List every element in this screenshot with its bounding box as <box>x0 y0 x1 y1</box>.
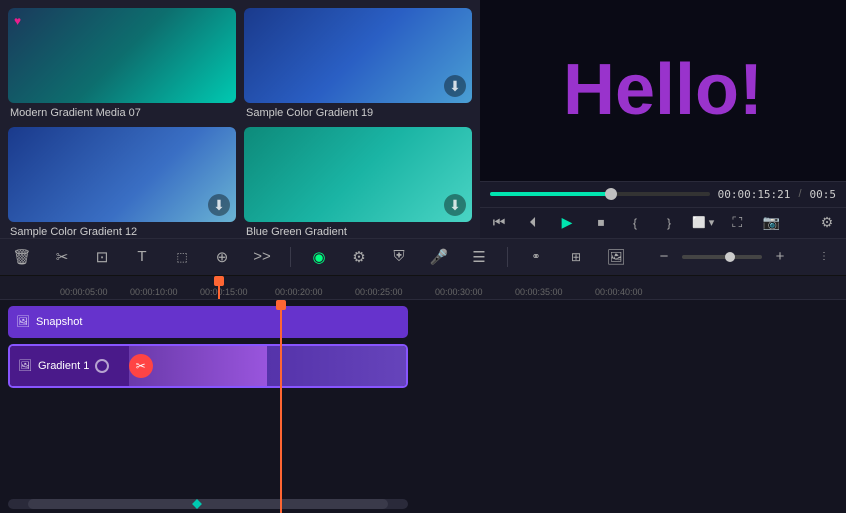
camera-button[interactable]: 📷 <box>760 212 782 234</box>
media-thumbnail-2: ⬇ <box>244 8 472 103</box>
progress-track[interactable] <box>490 192 710 196</box>
track-scroll-area[interactable] <box>8 499 838 509</box>
total-time-display: 00:5 <box>810 188 837 201</box>
preview-hello-text: Hello! <box>563 49 763 131</box>
image-tool-button[interactable]: 🖼 <box>604 245 628 269</box>
mic-tool-button[interactable]: 🎤 <box>427 245 451 269</box>
gradient-track-label: Gradient 1 <box>38 360 89 372</box>
preview-canvas: Hello! <box>480 0 846 181</box>
snapshot-track[interactable]: 🖼 Snapshot <box>8 306 408 338</box>
media-item-2[interactable]: ⬇ Sample Color Gradient 19 <box>244 8 472 119</box>
effects-tool-button[interactable]: ⊕ <box>210 245 234 269</box>
gradient-track-icon: 🖼 <box>18 359 32 372</box>
media-thumbnail-4: ⬇ <box>244 127 472 222</box>
media-panel: ♥ Modern Gradient Media 07 ⬇ Sample Colo… <box>0 0 480 238</box>
ruler-mark-5: 00:00:25:00 <box>355 287 403 297</box>
fullscreen-button[interactable]: ⛶ <box>726 212 748 234</box>
more-tools-button[interactable]: >> <box>250 245 274 269</box>
active-tool-button[interactable]: ◉ <box>307 245 331 269</box>
cut-marker[interactable]: ✂ <box>129 354 153 378</box>
snapshot-track-label: Snapshot <box>36 316 82 328</box>
ruler-mark-2: 00:00:10:00 <box>130 287 178 297</box>
grad-seg-3 <box>267 346 406 386</box>
media-item-1[interactable]: ♥ Modern Gradient Media 07 <box>8 8 236 119</box>
layer-tool-button[interactable]: ⊞ <box>564 245 588 269</box>
progress-fill <box>490 192 611 196</box>
dropdown-arrow: ▾ <box>709 216 715 229</box>
ruler-playhead-top <box>214 276 224 286</box>
right-panel-controls: ⋮ <box>812 245 836 269</box>
current-time-display: 00:00:15:21 <box>718 188 791 201</box>
zoom-slider[interactable] <box>682 255 762 259</box>
scroll-diamond-marker <box>192 499 202 509</box>
media-label-2: Sample Color Gradient 19 <box>244 107 472 119</box>
ruler-mark-7: 00:00:35:00 <box>515 287 563 297</box>
cut-tool-button[interactable]: ✂ <box>50 245 74 269</box>
stop-button[interactable]: ⏹ <box>590 212 612 234</box>
media-label-3: Sample Color Gradient 12 <box>8 226 236 238</box>
ruler-mark-3: 00:00:15:00 <box>200 287 248 297</box>
zoom-out-button[interactable]: − <box>652 245 676 269</box>
text-tool-button[interactable]: T <box>130 245 154 269</box>
top-section: ♥ Modern Gradient Media 07 ⬇ Sample Colo… <box>0 0 846 238</box>
controls-row: ⏮ ⏴ ▶ ⏹ { } ⬜ ▾ ⛶ 📷 ⚙ <box>480 207 846 238</box>
panel-toggle-button[interactable]: ⋮ <box>812 245 836 269</box>
ruler-mark-1: 00:00:05:00 <box>60 287 108 297</box>
media-label-4: Blue Green Gradient <box>244 226 472 238</box>
download-icon-4: ⬇ <box>444 194 466 216</box>
export-icon: ⬜ <box>692 216 706 229</box>
media-grid: ♥ Modern Gradient Media 07 ⬇ Sample Colo… <box>8 8 472 238</box>
gradient-track[interactable]: 🖼 Gradient 1 ✂ <box>8 344 408 388</box>
delete-tool-button[interactable]: 🗑 <box>10 245 34 269</box>
link-tool-button[interactable]: ⚭ <box>524 245 548 269</box>
zoom-thumb <box>725 252 735 262</box>
download-icon-3: ⬇ <box>208 194 230 216</box>
ruler-playhead <box>218 276 220 299</box>
toolbar: 🗑 ✂ ⊡ T ⬚ ⊕ >> ◉ ⚙ ⛨ 🎤 ☰ ⚭ ⊞ 🖼 − + ⋮ <box>0 238 846 276</box>
lock-indicator <box>95 359 109 373</box>
zoom-in-button[interactable]: + <box>768 245 792 269</box>
toolbar-separator-2 <box>507 247 508 267</box>
export-dropdown[interactable]: ⬜ ▾ <box>692 216 714 229</box>
preview-panel: Hello! 00:00:15:21 / 00:5 ⏮ ⏴ ▶ ⏹ { } ⬜ … <box>480 0 846 238</box>
gear-tool-button[interactable]: ⚙ <box>347 245 371 269</box>
ruler-mark-8: 00:00:40:00 <box>595 287 643 297</box>
tracks-area: 🖼 Snapshot 🖼 Gradient 1 ✂ <box>0 300 846 513</box>
transport-bar: 00:00:15:21 / 00:5 <box>480 181 846 207</box>
settings-button[interactable]: ⚙ <box>816 212 838 234</box>
shield-tool-button[interactable]: ⛨ <box>387 245 411 269</box>
track-scrollbar-thumb <box>28 499 388 509</box>
media-item-4[interactable]: ⬇ Blue Green Gradient <box>244 127 472 238</box>
ruler-mark-4: 00:00:20:00 <box>275 287 323 297</box>
frame-back-button[interactable]: ⏴ <box>522 212 544 234</box>
media-item-3[interactable]: ⬇ Sample Color Gradient 12 <box>8 127 236 238</box>
crop-tool-button[interactable]: ⊡ <box>90 245 114 269</box>
transform-tool-button[interactable]: ⬚ <box>170 245 194 269</box>
ruler-mark-6: 00:00:30:00 <box>435 287 483 297</box>
media-thumbnail-1: ♥ <box>8 8 236 103</box>
media-thumbnail-3: ⬇ <box>8 127 236 222</box>
heart-icon: ♥ <box>14 14 21 28</box>
toolbar-separator-1 <box>290 247 291 267</box>
download-icon-2: ⬇ <box>444 75 466 97</box>
timeline-ruler: 00:00:05:00 00:00:10:00 00:00:15:00 00:0… <box>0 276 846 300</box>
play-button[interactable]: ▶ <box>556 212 578 234</box>
mark-out-button[interactable]: } <box>658 212 680 234</box>
list-tool-button[interactable]: ☰ <box>467 245 491 269</box>
step-back-button[interactable]: ⏮ <box>488 212 510 234</box>
track-scrollbar[interactable] <box>8 499 408 509</box>
gradient-track-content: 🖼 Gradient 1 <box>18 359 109 373</box>
mark-in-button[interactable]: { <box>624 212 646 234</box>
zoom-control: − + <box>652 245 792 269</box>
time-separator: / <box>798 188 801 200</box>
snapshot-track-icon: 🖼 <box>16 315 30 328</box>
media-label-1: Modern Gradient Media 07 <box>8 107 236 119</box>
timeline-area: 00:00:05:00 00:00:10:00 00:00:15:00 00:0… <box>0 276 846 513</box>
progress-thumb <box>605 188 617 200</box>
